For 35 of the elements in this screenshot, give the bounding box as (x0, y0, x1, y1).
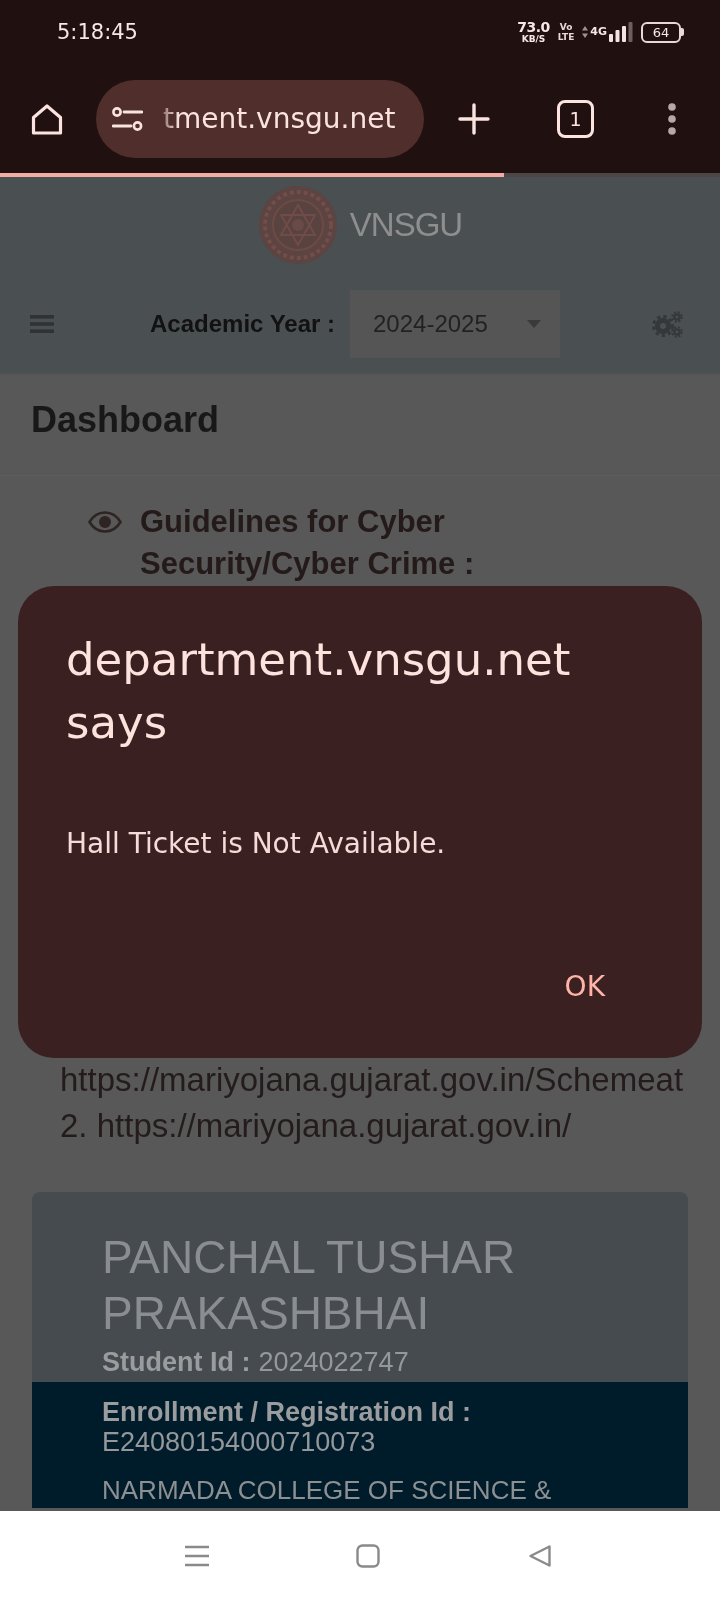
network-type-text: 4G (590, 26, 607, 38)
home-icon[interactable] (30, 102, 64, 136)
tune-icon[interactable] (112, 107, 143, 131)
data-arrows-icon (582, 26, 589, 38)
caret-icon (527, 320, 541, 328)
logo-text: VNSGU (349, 205, 463, 245)
url-text: tment.vnsgu.net (163, 101, 396, 137)
field-label: Student Id : (102, 1347, 251, 1377)
net-speed-text: 73.0 (517, 20, 550, 34)
dialog-title: department.vnsgu.net says (66, 632, 572, 751)
emblem-icon (257, 185, 338, 265)
net-speed-unit: KB/S (521, 34, 546, 44)
plus-icon[interactable] (458, 103, 490, 135)
menu-icon[interactable] (184, 1544, 210, 1567)
ok-button[interactable]: OK (540, 958, 629, 1014)
status-time: 5:18:45 (57, 19, 138, 46)
more-icon[interactable] (668, 103, 676, 135)
guidelines-heading: Guidelines for Cyber Security/Cyber Crime : (140, 503, 476, 583)
square-icon[interactable] (356, 1543, 380, 1568)
student-name: PANCHAL TUSHAR PRAKASHBHAI (102, 1230, 517, 1341)
volte-text: Vo (559, 22, 573, 32)
back-icon[interactable] (528, 1543, 552, 1568)
volte-text: LTE (557, 32, 575, 42)
field-label: Enrollment / Registration Id : (102, 1397, 472, 1427)
battery-indicator: 64 (641, 21, 684, 43)
college-name: NARMADA COLLEGE OF SCIENCE & (102, 1475, 553, 1505)
address-bar[interactable]: tment.vnsgu.net (96, 80, 424, 158)
dialog-message: Hall Ticket is Not Available. (66, 826, 447, 862)
signal-icon (609, 22, 633, 42)
tab-switcher-button[interactable]: 1 (557, 100, 594, 138)
eye-icon (88, 511, 122, 533)
field-value: 2024022747 (258, 1347, 409, 1377)
academic-year-label: Academic Year : (150, 310, 335, 338)
page-title: Dashboard (31, 398, 221, 442)
field-value: E24080154000710073 (102, 1427, 376, 1457)
